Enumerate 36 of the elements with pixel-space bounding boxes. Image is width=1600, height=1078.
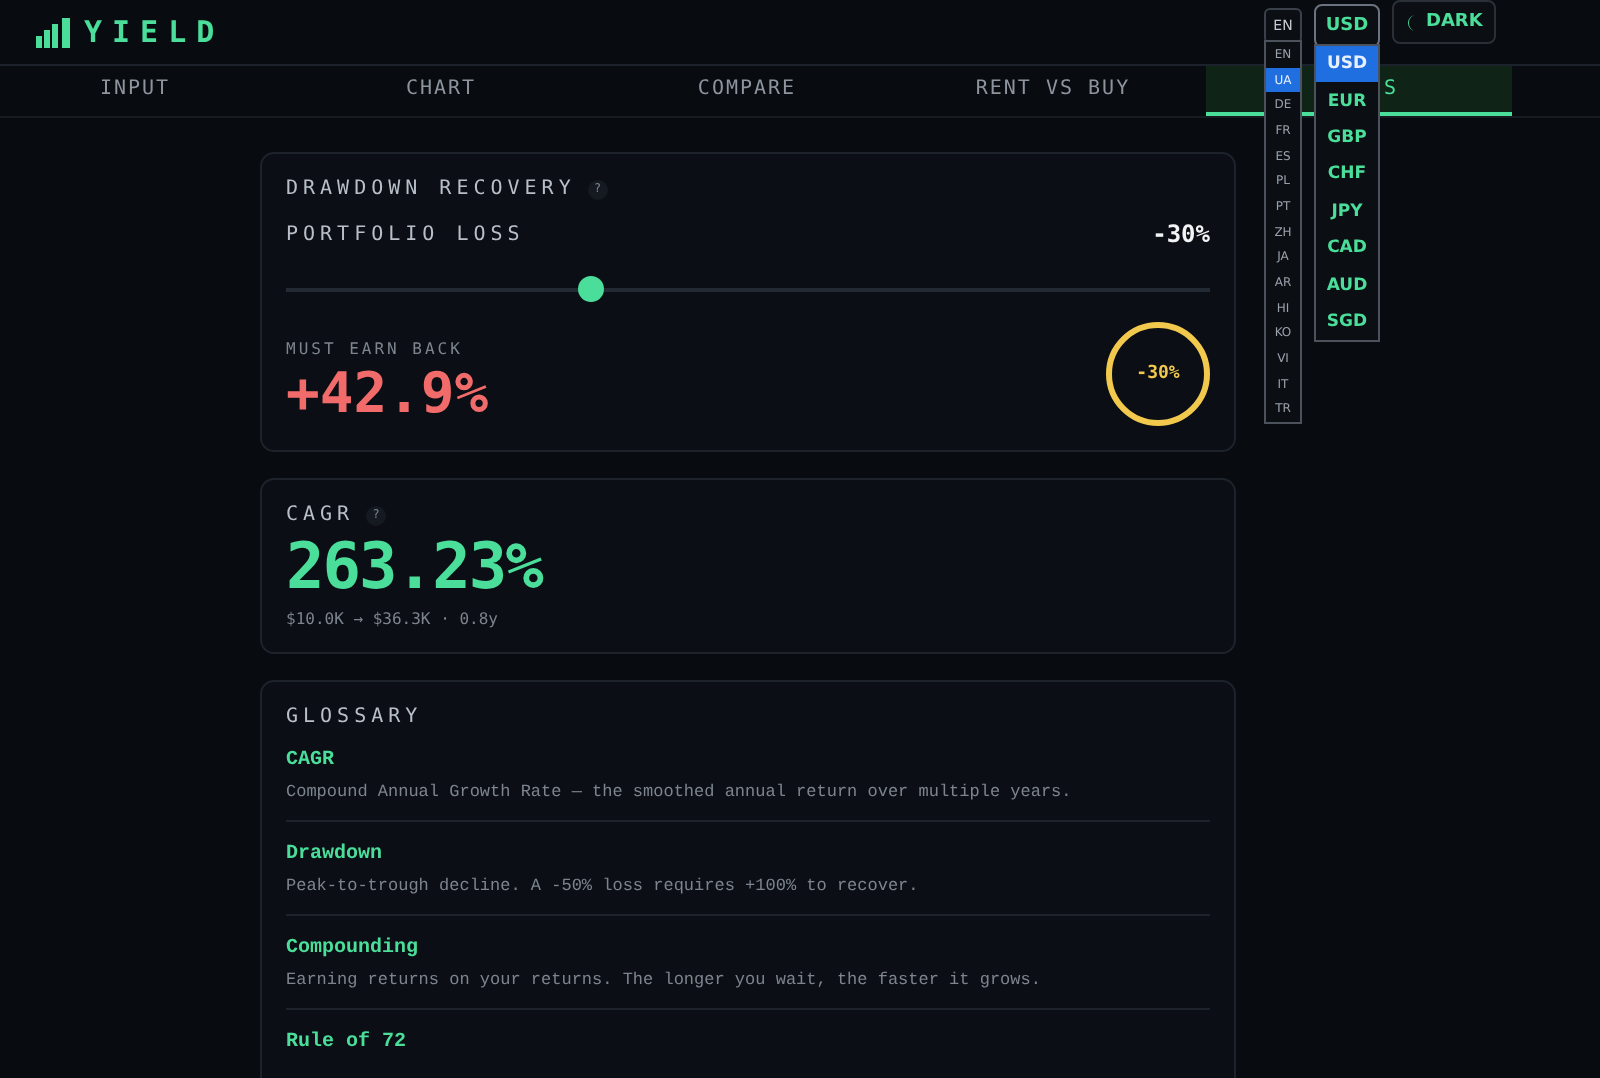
card-title: GLOSSARY <box>286 706 423 729</box>
nav-tab[interactable]: INPUT <box>0 66 288 116</box>
glossary-definition: Earning returns on your returns. The longer you wait, the faster it grows. <box>286 970 1043 991</box>
currency-option[interactable]: CAD <box>1316 229 1378 267</box>
bar-chart-icon <box>36 17 72 47</box>
currency-option[interactable]: SGD <box>1316 303 1378 341</box>
loss-slider[interactable] <box>286 276 1210 302</box>
currency-option[interactable]: JPY <box>1316 193 1378 230</box>
currency-option[interactable]: USD <box>1316 46 1378 83</box>
card-title: CAGR <box>286 504 355 526</box>
currency-option[interactable]: CHF <box>1316 156 1378 194</box>
card-title: DRAWDOWN RECOVERY <box>286 178 576 200</box>
cagr-detail: $10.0K → $36.3K · 0.8y <box>286 610 500 629</box>
slider-label: PORTFOLIO LOSS <box>286 223 525 245</box>
result-value: +42.9% <box>286 360 489 426</box>
glossary-definition: Compound Annual Growth Rate — the smoothed annual return over multiple years. <box>286 782 1074 803</box>
nav-tab[interactable]: RENT VS BUY <box>900 66 1206 116</box>
theme-button[interactable]: DARK <box>1392 0 1497 44</box>
glossary-term: Rule of 72 <box>286 1032 409 1055</box>
currency-select[interactable]: USD <box>1314 4 1380 48</box>
nav-tab[interactable]: CHART <box>288 66 594 116</box>
cagr-value: 263.23% <box>286 532 545 603</box>
slider-thumb[interactable] <box>578 276 605 302</box>
logo-text: YIELD <box>84 14 225 50</box>
glossary-term: Drawdown <box>286 844 385 867</box>
glossary-term: Compounding <box>286 938 421 961</box>
glossary-term: CAGR <box>286 750 337 773</box>
result-label: MUST EARN BACK <box>286 340 465 358</box>
currency-option[interactable]: EUR <box>1316 82 1378 120</box>
glossary-definition: Peak-to-trough decline. A -50% loss requires +100% to recover. <box>286 876 921 897</box>
moon-icon <box>1406 13 1420 31</box>
currency-option[interactable]: AUD <box>1316 266 1378 304</box>
currency-option[interactable]: GBP <box>1316 119 1378 157</box>
slider-value: -30% <box>1152 220 1210 248</box>
loss-badge: -30% <box>1106 322 1210 426</box>
nav-tab[interactable]: COMPARE <box>594 66 900 116</box>
